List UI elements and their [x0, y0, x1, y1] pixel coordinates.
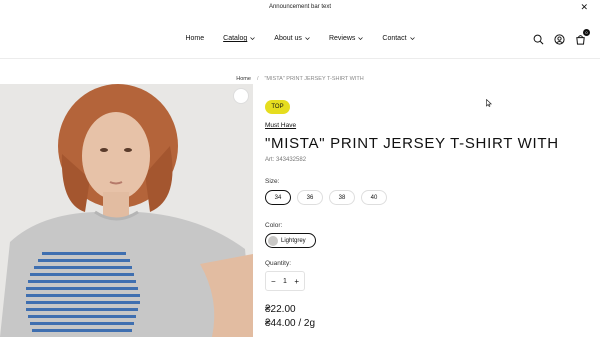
nav-item-label: Contact [382, 35, 407, 42]
breadcrumb-separator: / [256, 76, 259, 82]
breadcrumb: Home / "MISTA" PRINT JERSEY T-SHIRT WITH [0, 76, 600, 82]
site-header: Home Catalog About us Reviews Contact 0 [0, 15, 600, 59]
mouse-cursor-icon [486, 99, 492, 107]
product-article: Art: 343432582 [265, 157, 307, 163]
announcement-text: Announcement bar text [268, 4, 332, 10]
size-label: Size: [265, 178, 280, 185]
quantity-decrease-button[interactable]: − [271, 277, 276, 286]
quantity-value[interactable]: 1 [283, 278, 287, 285]
quantity-increase-button[interactable]: + [294, 277, 299, 286]
color-label: Color: [265, 222, 283, 229]
nav-item-label: Reviews [328, 35, 356, 42]
nav-item-about[interactable]: About us [274, 35, 310, 42]
chevron-down-icon [250, 37, 256, 40]
product-title: "MISTA" PRINT JERSEY T-SHIRT WITH [265, 135, 559, 152]
search-icon[interactable] [533, 34, 544, 45]
wishlist-button[interactable] [233, 88, 249, 104]
collection-link[interactable]: Must Have [265, 122, 296, 129]
color-option-lightgrey[interactable]: Lightgrey [265, 233, 316, 248]
nav-item-label: Catalog [223, 35, 248, 42]
product-price-secondary: ₴44.00 / 2g [265, 318, 316, 329]
cart-count-badge: 0 [583, 29, 590, 36]
announcement-bar: Announcement bar text ✕ [0, 0, 600, 14]
top-badge: TOP [265, 100, 290, 114]
breadcrumb-home[interactable]: Home [236, 76, 251, 82]
close-icon[interactable]: ✕ [580, 2, 588, 12]
color-swatch-dot [268, 235, 278, 246]
nav-item-contact[interactable]: Contact [382, 35, 415, 42]
size-option-34[interactable]: 34 [265, 190, 291, 205]
size-options: 34 36 38 40 [265, 190, 387, 205]
chevron-down-icon [358, 37, 364, 40]
header-icons: 0 [533, 29, 590, 45]
size-option-40[interactable]: 40 [361, 190, 387, 205]
product-price: ₴22.00 [265, 304, 296, 315]
product-image[interactable] [0, 84, 253, 337]
breadcrumb-current: "MISTA" PRINT JERSEY T-SHIRT WITH [264, 76, 364, 82]
size-option-38[interactable]: 38 [329, 190, 355, 205]
nav-item-catalog[interactable]: Catalog [223, 35, 256, 42]
chevron-down-icon [409, 37, 415, 40]
cart-icon[interactable]: 0 [575, 29, 590, 45]
account-icon[interactable] [554, 34, 565, 45]
nav-item-label: About us [274, 35, 302, 42]
quantity-stepper: − 1 + [265, 271, 305, 291]
nav-item-home[interactable]: Home [185, 35, 204, 42]
quantity-label: Quantity: [265, 260, 292, 267]
nav-item-reviews[interactable]: Reviews [328, 35, 364, 42]
color-option-label: Lightgrey [281, 237, 306, 244]
chevron-down-icon [305, 37, 310, 40]
size-option-36[interactable]: 36 [297, 190, 323, 205]
main-nav: Home Catalog About us Reviews Contact [0, 35, 600, 42]
product-photo-illustration [0, 84, 253, 337]
nav-item-label: Home [185, 35, 205, 42]
